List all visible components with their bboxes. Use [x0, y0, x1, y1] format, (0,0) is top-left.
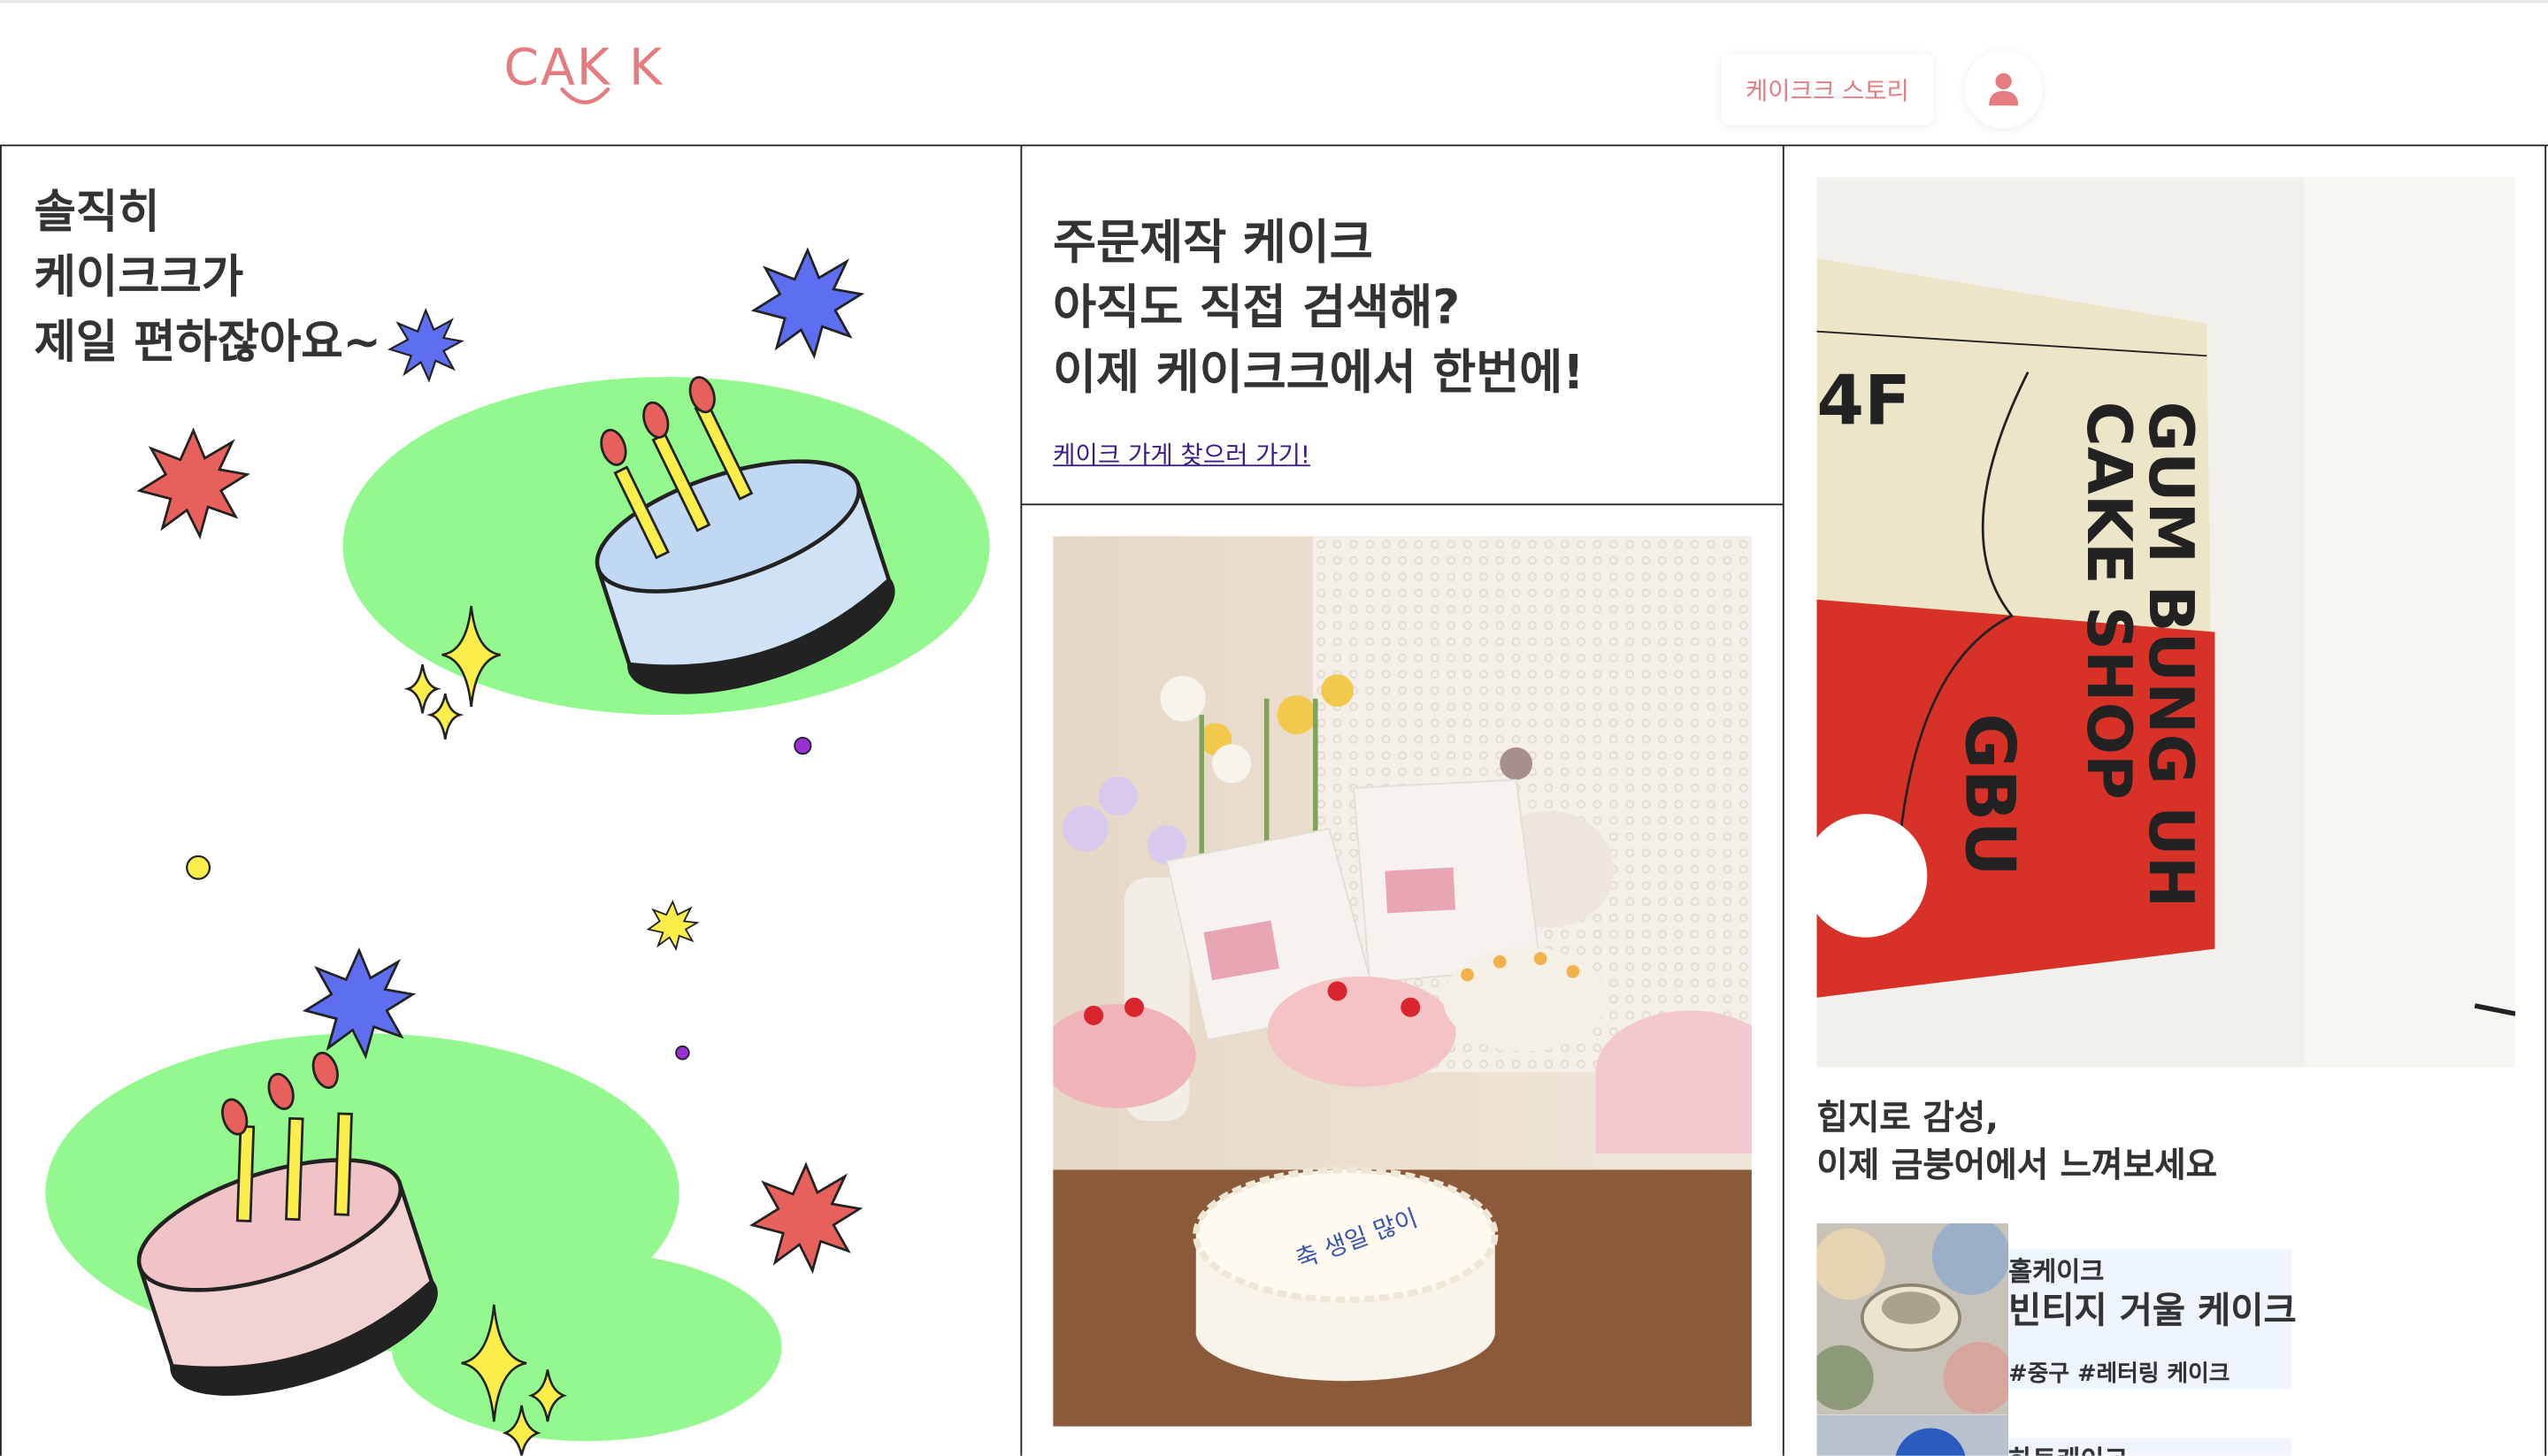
cake-category: 하트케이크: [2008, 1437, 2128, 1456]
cake-card-info: 홀케이크 빈티지 거울 케이크 #중구 #레터링 케이크: [2008, 1249, 2297, 1390]
poster-floor: 4F: [1816, 361, 1910, 441]
poster-title-2: CAKE SHOP: [2073, 402, 2145, 800]
site-header: CAK K 케이크크 스토리: [0, 4, 2548, 147]
red-star-icon: [136, 427, 250, 540]
order-headline: 주문제작 케이크 아직도 직접 검색해? 이제 케이크크에서 한번에!: [1053, 210, 1584, 404]
hero-line: 솔직히: [34, 185, 160, 239]
feature-line: 이제 금붕어에서 느껴보세요: [1816, 1145, 2218, 1184]
cake-card-thumbnail: [1816, 1223, 2009, 1415]
cake-card-thumbnail: [1816, 1414, 2009, 1456]
order-line: 아직도 직접 검색해?: [1053, 279, 1461, 335]
feature-headline: 힙지로 감성, 이제 금붕어에서 느껴보세요: [1816, 1095, 2217, 1190]
cake-card[interactable]: 홀케이크 빈티지 거울 케이크 #중구 #레터링 케이크: [1816, 1223, 2297, 1415]
hero-panel: 솔직히 케이크크가 제일 편하잖아요~: [0, 144, 1023, 1456]
cake-name: 빈티지 거울 케이크: [2008, 1291, 2297, 1333]
yellow-star-icon: [646, 900, 700, 952]
blue-star-icon: [750, 247, 865, 360]
hero-line: 제일 편하잖아요~: [34, 315, 381, 369]
find-cake-shop-link[interactable]: 케이크 가게 찾으러 가기!: [1053, 437, 1310, 471]
cake-card[interactable]: 하트케이크: [1816, 1414, 2291, 1456]
user-button[interactable]: [1964, 50, 2043, 129]
user-icon: [1989, 73, 2019, 106]
purple-dot: [794, 736, 812, 755]
order-line: 이제 케이크크에서 한번에!: [1053, 344, 1585, 400]
content-grid: 솔직히 케이크크가 제일 편하잖아요~ 주문제작 케이크 아직도 직접 검색해?…: [0, 144, 2548, 1456]
order-intro: 주문제작 케이크 아직도 직접 검색해? 이제 케이크크에서 한번에! 케이크 …: [1020, 144, 1783, 506]
poster-title-1: GUM BUNG UH: [2135, 402, 2206, 908]
order-line: 주문제작 케이크: [1053, 214, 1373, 270]
poster-short: GBU: [1949, 713, 2029, 877]
yellow-dot: [186, 854, 211, 880]
logo-smile-icon: [560, 87, 610, 104]
small-blue-star-icon: [387, 307, 464, 383]
hero-headline: 솔직히 케이크크가 제일 편하잖아요~: [35, 180, 381, 375]
cake-story-button[interactable]: 케이크크 스토리: [1721, 53, 1934, 126]
order-panel: 주문제작 케이크 아직도 직접 검색해? 이제 케이크크에서 한번에! 케이크 …: [1020, 144, 1784, 1456]
gumbungu-poster-photo: 4F GUM BUNG UH CAKE SHOP GBU: [1816, 177, 2516, 1068]
hero-line: 케이크크가: [34, 249, 244, 304]
cake-tags: #중구 #레터링 케이크: [2008, 1361, 2230, 1388]
feature-panel: 4F GUM BUNG UH CAKE SHOP GBU 힙지로 감성, 이제 …: [1784, 144, 2547, 1456]
red-star-bottom-icon: [748, 1161, 863, 1275]
feature-line: 힙지로 감성,: [1816, 1098, 1999, 1138]
purple-dot-small: [675, 1045, 690, 1061]
cake-table-photo: 축 생일 많이: [1053, 536, 1752, 1427]
green-blob-bottom-2: [391, 1253, 782, 1442]
cake-card-info: 하트케이크: [2008, 1437, 2291, 1456]
